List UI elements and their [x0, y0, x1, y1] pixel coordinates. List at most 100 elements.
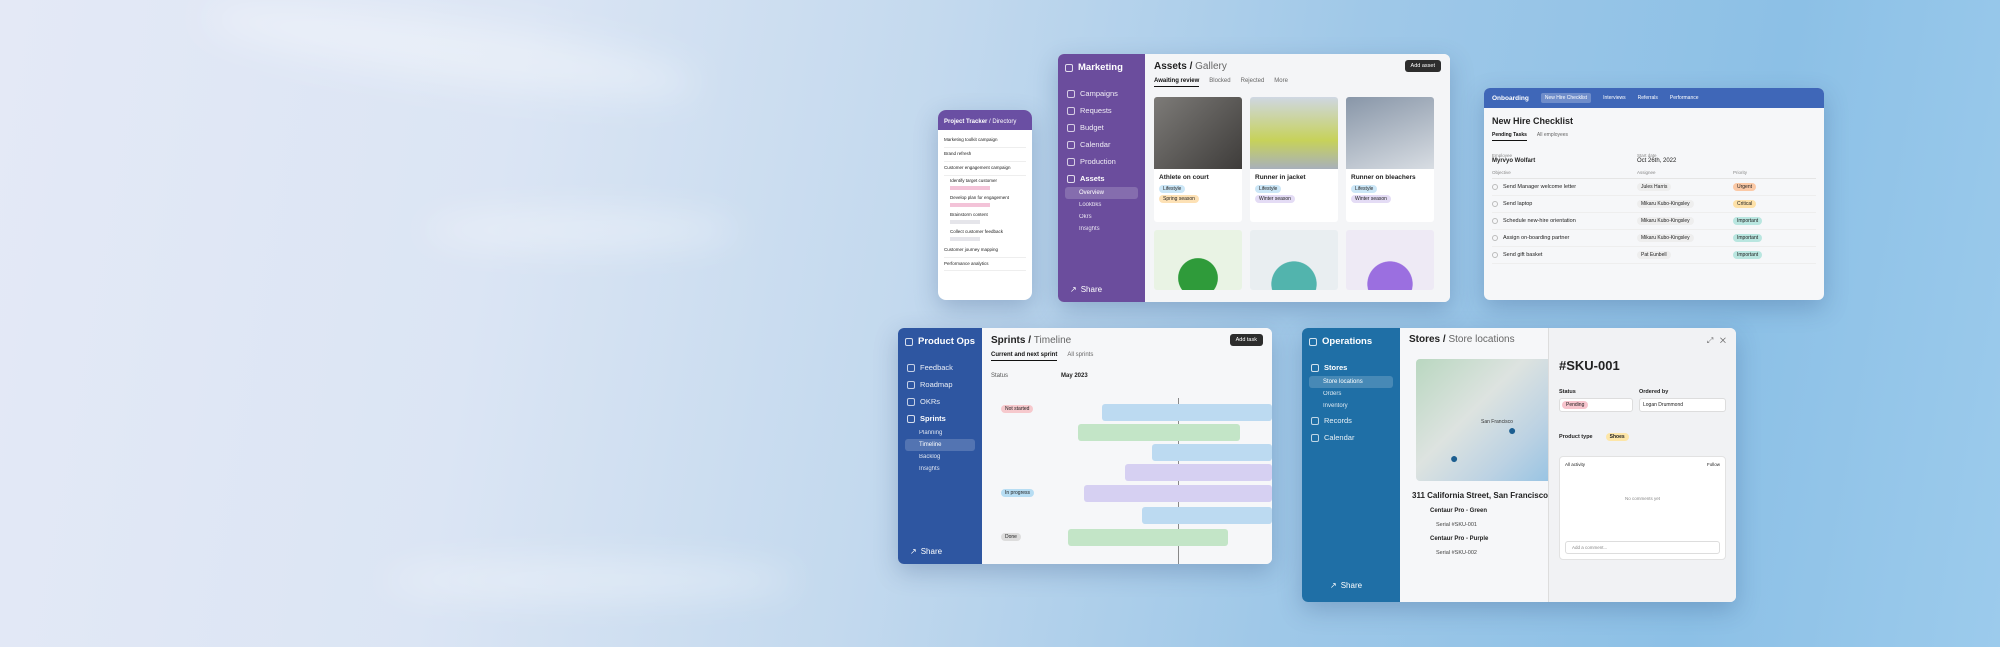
phone-item[interactable]: Performance analytics [944, 258, 1026, 272]
asset-card[interactable]: Athlete on court Lifestyle Spring season [1154, 97, 1242, 222]
checklist-row[interactable]: Send gift basket Pat Eunbell Important [1492, 247, 1816, 264]
checkbox-icon[interactable] [1492, 218, 1498, 224]
timeline-bar[interactable] [1084, 485, 1272, 502]
assignee-chip[interactable]: Jules Harris [1637, 183, 1672, 191]
tab-checklist[interactable]: New Hire Checklist [1540, 93, 1592, 103]
phone-item[interactable]: Brand refresh [944, 148, 1026, 162]
sub-timeline[interactable]: Timeline [905, 439, 975, 451]
nav-feedback[interactable]: Feedback [905, 359, 975, 376]
sub-store-locations[interactable]: Store locations [1309, 376, 1393, 388]
priority-badge[interactable]: Important [1733, 251, 1763, 259]
tab-rejected[interactable]: Rejected [1241, 78, 1265, 87]
timeline-bar[interactable] [1102, 404, 1272, 421]
tab-interviews[interactable]: Interviews [1603, 95, 1626, 101]
timeline-bar[interactable] [1152, 444, 1272, 461]
nav-calendar[interactable]: Calendar [1309, 429, 1393, 446]
add-task-button[interactable]: Add task [1229, 334, 1263, 346]
share-button[interactable]: ↗ Share [1330, 581, 1362, 590]
phone-item[interactable]: Customer journey mapping [944, 244, 1026, 258]
checkbox-icon[interactable] [1492, 235, 1498, 241]
checkbox-icon[interactable] [1492, 184, 1498, 190]
sub-lookbooks[interactable]: Lookbks [1065, 199, 1138, 211]
phone-subitem[interactable]: Develop plan for engagement [944, 193, 1026, 210]
nav-assets[interactable]: Assets [1065, 170, 1138, 187]
assignee-chip[interactable]: Mikaru Kubo-Kingsley [1637, 217, 1694, 225]
product-row[interactable]: Centaur Pro - Green [1400, 504, 1548, 518]
assignee-chip[interactable]: Pat Eunbell [1637, 251, 1671, 259]
employee-name[interactable]: Myrvyo Wolfart [1492, 158, 1637, 164]
operations-workspace[interactable]: Operations [1309, 336, 1393, 347]
nav-requests[interactable]: Requests [1065, 102, 1138, 119]
tab-blocked[interactable]: Blocked [1209, 78, 1230, 87]
priority-badge[interactable]: Important [1733, 234, 1763, 242]
nav-campaigns[interactable]: Campaigns [1065, 85, 1138, 102]
tab-performance[interactable]: Performance [1670, 95, 1699, 101]
map-pin-icon[interactable]: ● [1508, 422, 1516, 438]
tab-pending[interactable]: Pending Tasks [1492, 132, 1527, 141]
timeline-bar[interactable] [1078, 424, 1240, 441]
timeline-bar[interactable] [1068, 529, 1228, 546]
onboarding-workspace[interactable]: Onboarding [1492, 95, 1529, 102]
phone-subitem[interactable]: Identify target customer [944, 176, 1026, 193]
comment-input[interactable]: Add a comment... [1565, 541, 1720, 554]
status-done[interactable]: Done [1001, 533, 1021, 541]
checklist-row[interactable]: Schedule new-hire orientation Mikaru Kubo… [1492, 213, 1816, 230]
nav-calendar[interactable]: Calendar [1065, 136, 1138, 153]
priority-badge[interactable]: Critical [1733, 200, 1757, 208]
assignee-chip[interactable]: Mikaru Kubo-Kingsley [1637, 234, 1694, 242]
priority-badge[interactable]: Important [1733, 217, 1763, 225]
checklist-row[interactable]: Send laptop Mikaru Kubo-Kingsley Critical [1492, 196, 1816, 213]
phone-item[interactable]: Marketing toolkit campaign [944, 134, 1026, 148]
sub-insights[interactable]: Insights [905, 463, 975, 475]
status-select[interactable]: Pending [1559, 398, 1633, 412]
priority-badge[interactable]: Urgent [1733, 183, 1757, 191]
nav-production[interactable]: Production [1065, 153, 1138, 170]
serial-row[interactable]: Serial #SKU-001 [1400, 518, 1548, 532]
assignee-chip[interactable]: Mikaru Kubo-Kingsley [1637, 200, 1694, 208]
tab-awaiting[interactable]: Awaiting review [1154, 78, 1200, 87]
expand-icon[interactable]: ⤢ [1707, 336, 1713, 345]
checklist-row[interactable]: Send Manager welcome letter Jules Harris U… [1492, 179, 1816, 196]
share-button[interactable]: ↗ Share [910, 547, 942, 556]
nav-roadmap[interactable]: Roadmap [905, 376, 975, 393]
status-in-progress[interactable]: In progress [1001, 489, 1035, 497]
nav-sprints[interactable]: Sprints [905, 410, 975, 427]
product-type-select[interactable]: Shoes [1605, 433, 1629, 441]
store-address[interactable]: 311 California Street, San Francisco [1400, 481, 1548, 504]
product-workspace[interactable]: Product Ops [905, 336, 975, 347]
sub-orders[interactable]: Orders [1309, 388, 1393, 400]
tab-all-employees[interactable]: All employees [1537, 132, 1568, 141]
tab-current-sprint[interactable]: Current and next sprint [991, 352, 1058, 361]
checkbox-icon[interactable] [1492, 252, 1498, 258]
ordered-by-select[interactable]: Logan Drummond [1639, 398, 1726, 412]
tab-more[interactable]: More [1274, 78, 1288, 87]
nav-records[interactable]: Records [1309, 412, 1393, 429]
close-icon[interactable]: ✕ [1720, 336, 1726, 345]
nav-stores[interactable]: Stores [1309, 359, 1393, 376]
sub-inventory[interactable]: Inventory [1309, 400, 1393, 412]
nav-okrs[interactable]: OKRs [905, 393, 975, 410]
nav-budget[interactable]: Budget [1065, 119, 1138, 136]
sub-backlog[interactable]: Backlog [905, 451, 975, 463]
status-not-started[interactable]: Not started [1001, 405, 1034, 413]
follow-button[interactable]: Follow [1707, 462, 1720, 467]
phone-crumb[interactable]: Directory [992, 119, 1016, 125]
store-map[interactable]: San Francisco ● ● [1416, 359, 1548, 481]
phone-subitem[interactable]: Collect customer feedback [944, 227, 1026, 244]
phone-item[interactable]: Customer engagement campaign [944, 162, 1026, 176]
add-asset-button[interactable]: Add asset [1404, 60, 1441, 72]
timeline-bar[interactable] [1142, 507, 1272, 524]
sub-planning[interactable]: Planning [905, 427, 975, 439]
tab-all-sprints[interactable]: All sprints [1067, 352, 1093, 361]
marketing-workspace[interactable]: Marketing [1065, 62, 1138, 73]
sub-overview[interactable]: Overview [1065, 187, 1138, 199]
serial-row[interactable]: Serial #SKU-002 [1400, 546, 1548, 560]
checkbox-icon[interactable] [1492, 201, 1498, 207]
asset-card[interactable]: Runner on bleachers Lifestyle Winter seaso… [1346, 97, 1434, 222]
share-button[interactable]: ↗ Share [1070, 285, 1102, 294]
phone-subitem[interactable]: Brainstorm content [944, 210, 1026, 227]
sub-okrs[interactable]: Okrs [1065, 211, 1138, 223]
map-pin-icon[interactable]: ● [1450, 450, 1458, 466]
sub-insights[interactable]: Insights [1065, 223, 1138, 235]
activity-filter[interactable]: All activity [1565, 462, 1585, 467]
